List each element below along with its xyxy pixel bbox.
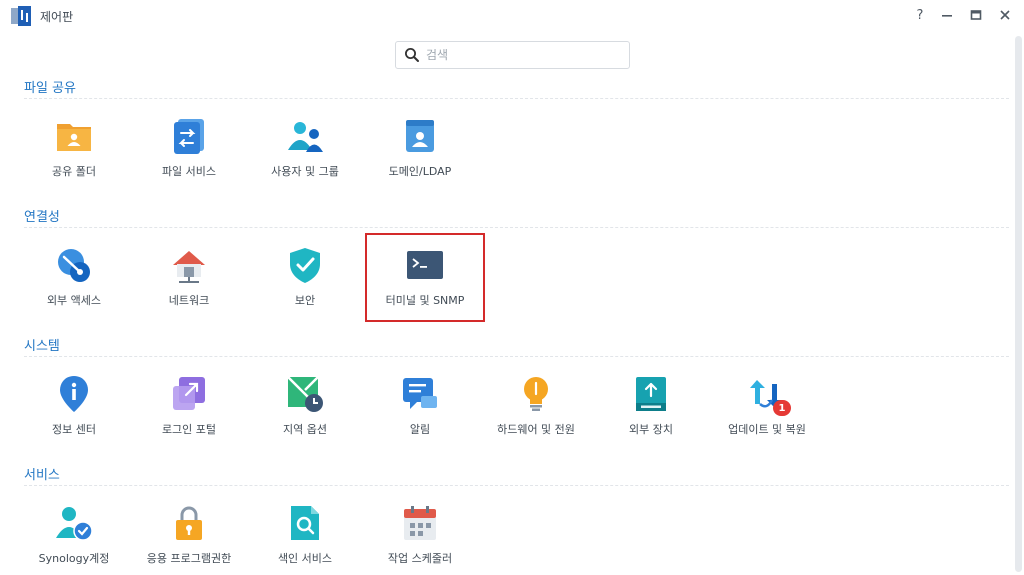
- item-label: 도메인/LDAP: [388, 165, 452, 178]
- update-count-badge: 1: [773, 400, 791, 416]
- item-label: 응용 프로그램권한: [146, 552, 232, 565]
- hardware-power-icon: [524, 377, 548, 411]
- search-input[interactable]: [426, 48, 616, 62]
- item-indexing-service[interactable]: 색인 서비스: [247, 497, 363, 575]
- title-bar: 제어판 ?: [0, 0, 1024, 32]
- item-external-devices[interactable]: 외부 장치: [593, 368, 709, 450]
- security-shield-icon: [290, 248, 320, 283]
- item-label: Synology계정: [38, 552, 110, 565]
- item-synology-account[interactable]: Synology계정: [16, 497, 132, 575]
- help-button[interactable]: ?: [910, 5, 930, 25]
- search-icon: [405, 48, 419, 62]
- item-label: 색인 서비스: [277, 552, 333, 565]
- item-label: 작업 스케줄러: [387, 552, 453, 565]
- item-domain-ldap[interactable]: 도메인/LDAP: [362, 110, 478, 192]
- notification-icon: [403, 378, 437, 409]
- task-scheduler-icon: [404, 506, 436, 540]
- item-label: 보안: [294, 294, 316, 307]
- section-divider: [24, 356, 1009, 357]
- item-external-access[interactable]: 외부 액세스: [16, 239, 132, 321]
- item-login-portal[interactable]: 로그인 포털: [131, 368, 247, 450]
- login-portal-icon: [173, 377, 205, 410]
- item-label: 지역 옵션: [283, 423, 327, 436]
- item-label: 파일 서비스: [161, 165, 217, 178]
- search-box[interactable]: [395, 41, 630, 69]
- item-task-scheduler[interactable]: 작업 스케줄러: [362, 497, 478, 575]
- file-services-icon: [174, 119, 204, 154]
- section-title-connectivity: 연결성: [24, 210, 60, 225]
- section-divider: [24, 227, 1009, 228]
- minimize-icon: [942, 15, 952, 17]
- item-label: 하드웨어 및 전원: [497, 423, 575, 436]
- item-notification[interactable]: 알림: [362, 368, 478, 450]
- window-title: 제어판: [40, 10, 74, 24]
- item-terminal-snmp[interactable]: 터미널 및 SNMP: [365, 233, 485, 322]
- maximize-button[interactable]: [966, 5, 986, 25]
- close-button[interactable]: [995, 5, 1015, 25]
- section-title-services: 서비스: [24, 468, 60, 483]
- item-app-privileges[interactable]: 응용 프로그램권한: [131, 497, 247, 575]
- section-title-file-sharing: 파일 공유: [24, 81, 76, 96]
- item-label: 로그인 포털: [161, 423, 217, 436]
- external-access-icon: [58, 249, 90, 282]
- section-title-system: 시스템: [24, 339, 60, 354]
- control-panel-app-icon: [11, 6, 31, 26]
- item-file-services[interactable]: 파일 서비스: [131, 110, 247, 192]
- section-divider: [24, 98, 1009, 99]
- item-info-center[interactable]: 정보 센터: [16, 368, 132, 450]
- app-privileges-icon: [176, 506, 202, 540]
- item-hardware-power[interactable]: 하드웨어 및 전원: [478, 368, 594, 450]
- item-update-restore[interactable]: 업데이트 및 복원 1: [709, 368, 825, 450]
- section-divider: [24, 485, 1009, 486]
- item-label: 사용자 및 그룹: [271, 165, 339, 178]
- item-label: 네트워크: [168, 294, 210, 307]
- item-network[interactable]: 네트워크: [131, 239, 247, 321]
- item-label: 공유 폴더: [52, 165, 96, 178]
- item-label: 정보 센터: [52, 423, 96, 436]
- user-group-icon: [288, 122, 323, 152]
- item-regional-options[interactable]: 지역 옵션: [247, 368, 363, 450]
- item-label: 터미널 및 SNMP: [385, 294, 465, 307]
- regional-options-icon: [287, 376, 323, 412]
- synology-account-icon: [56, 507, 93, 541]
- terminal-icon: [407, 251, 443, 279]
- item-shared-folder[interactable]: 공유 폴더: [16, 110, 132, 192]
- close-icon: [1000, 10, 1010, 20]
- item-security[interactable]: 보안: [247, 239, 363, 321]
- maximize-icon: [970, 10, 982, 20]
- external-devices-icon: [636, 377, 666, 411]
- scrollbar[interactable]: [1015, 36, 1022, 572]
- indexing-service-icon: [291, 506, 319, 540]
- shared-folder-icon: [57, 124, 91, 151]
- item-label: 알림: [409, 423, 431, 436]
- network-icon: [173, 251, 205, 283]
- minimize-button[interactable]: [937, 5, 957, 25]
- info-center-icon: [60, 376, 88, 412]
- item-label: 외부 장치: [629, 423, 673, 436]
- item-label: 외부 액세스: [46, 294, 102, 307]
- item-user-group[interactable]: 사용자 및 그룹: [247, 110, 363, 192]
- item-label: 업데이트 및 복원: [728, 423, 806, 436]
- domain-ldap-icon: [406, 120, 434, 152]
